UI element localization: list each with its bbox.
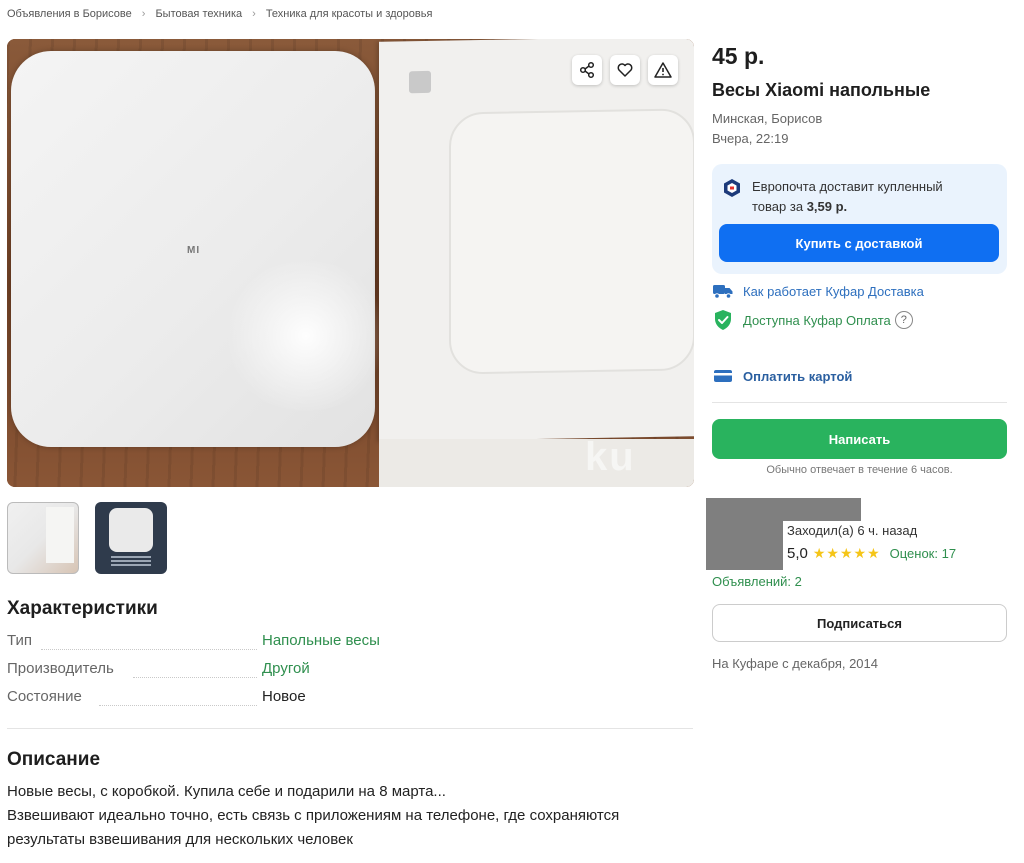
property-key: Производитель <box>7 660 122 677</box>
description-line: Взвешивают идеально точно, есть связь с … <box>7 807 620 824</box>
seller-rating: 5,0 ★★★★★ Оценок: 17 <box>787 545 956 562</box>
chevron-right-icon: › <box>141 8 146 20</box>
chevron-right-icon: › <box>252 8 256 20</box>
payment-available: Доступна Куфар Оплата ? <box>712 309 913 331</box>
thumbnail-strip <box>7 502 167 574</box>
divider <box>712 402 1007 403</box>
breadcrumb-item[interactable]: Объявления в Борисове <box>7 8 132 20</box>
delivery-text: Европочта доставит купленный <box>752 179 943 194</box>
property-row: Состояние Новое <box>7 688 697 716</box>
heart-icon <box>617 63 633 77</box>
how-delivery-works-label: Как работает Куфар Доставка <box>743 283 924 299</box>
rating-value: 5,0 <box>787 545 808 562</box>
seller-ads-link[interactable]: Объявлений: 2 <box>712 574 802 589</box>
characteristics-list: Тип Напольные весы Производитель Другой … <box>7 632 697 716</box>
listing-title: Весы Xiaomi напольные <box>712 80 931 100</box>
shield-check-icon <box>715 310 731 330</box>
help-icon[interactable]: ? <box>894 311 913 329</box>
payment-available-label: Доступна Куфар Оплата <box>743 312 891 328</box>
scale-image: MI <box>11 51 391 447</box>
watermark: ku <box>585 435 636 479</box>
how-delivery-works-link[interactable]: Как работает Куфар Доставка <box>712 280 924 302</box>
property-value[interactable]: Другой <box>262 660 310 677</box>
brand-logo <box>409 70 431 94</box>
pay-by-card-label: Оплатить картой <box>743 368 853 384</box>
star-icons: ★★★★★ <box>812 545 881 561</box>
ratings-count-link[interactable]: Оценок: 17 <box>890 546 956 561</box>
pay-by-card-link[interactable]: Оплатить картой <box>712 365 852 387</box>
description-text: Новые весы, с коробкой. Купила себе и по… <box>7 780 707 852</box>
description-line: результаты взвешивания для нескольких че… <box>7 831 353 848</box>
truck-icon <box>713 285 733 299</box>
box-image <box>379 39 694 442</box>
description-line: Новые весы, с коробкой. Купила себе и по… <box>7 783 446 800</box>
share-button[interactable] <box>572 55 602 85</box>
thumbnail-1[interactable] <box>7 502 79 574</box>
europochta-icon <box>724 179 740 197</box>
thumbnail-2[interactable] <box>95 502 167 574</box>
price: 45 р. <box>712 43 765 69</box>
subscribe-button[interactable]: Подписаться <box>712 604 1007 642</box>
write-message-button[interactable]: Написать <box>712 419 1007 459</box>
main-photo[interactable]: MI ku <box>7 39 694 487</box>
property-value[interactable]: Напольные весы <box>262 632 380 649</box>
breadcrumb: Объявления в Борисове › Бытовая техника … <box>7 8 432 20</box>
photo-actions <box>572 55 678 85</box>
report-button[interactable] <box>648 55 678 85</box>
breadcrumb-item[interactable]: Бытовая техника <box>155 8 242 20</box>
favorite-button[interactable] <box>610 55 640 85</box>
breadcrumb-item[interactable]: Техника для красоты и здоровья <box>266 8 433 20</box>
buy-with-delivery-button[interactable]: Купить с доставкой <box>719 224 999 262</box>
property-key: Состояние <box>7 688 90 705</box>
warning-icon <box>654 62 672 78</box>
divider <box>7 728 693 729</box>
delivery-text: товар за <box>752 199 804 214</box>
share-icon <box>579 61 595 79</box>
posted-date: Вчера, 22:19 <box>712 131 789 146</box>
credit-card-icon <box>714 370 732 382</box>
property-row: Тип Напольные весы <box>7 632 697 660</box>
seller-last-seen: Заходил(а) 6 ч. назад <box>787 523 918 538</box>
property-row: Производитель Другой <box>7 660 697 688</box>
location: Минская, Борисов <box>712 111 823 126</box>
reply-time-note: Обычно отвечает в течение 6 часов. <box>766 464 953 476</box>
product-mark: MI <box>187 245 201 256</box>
seller-since: На Куфаре с декабря, 2014 <box>712 656 878 671</box>
description-heading: Описание <box>7 749 101 770</box>
property-value: Новое <box>262 688 306 705</box>
characteristics-heading: Характеристики <box>7 598 158 619</box>
property-key: Тип <box>7 632 41 649</box>
delivery-price: 3,59 р. <box>806 199 848 214</box>
